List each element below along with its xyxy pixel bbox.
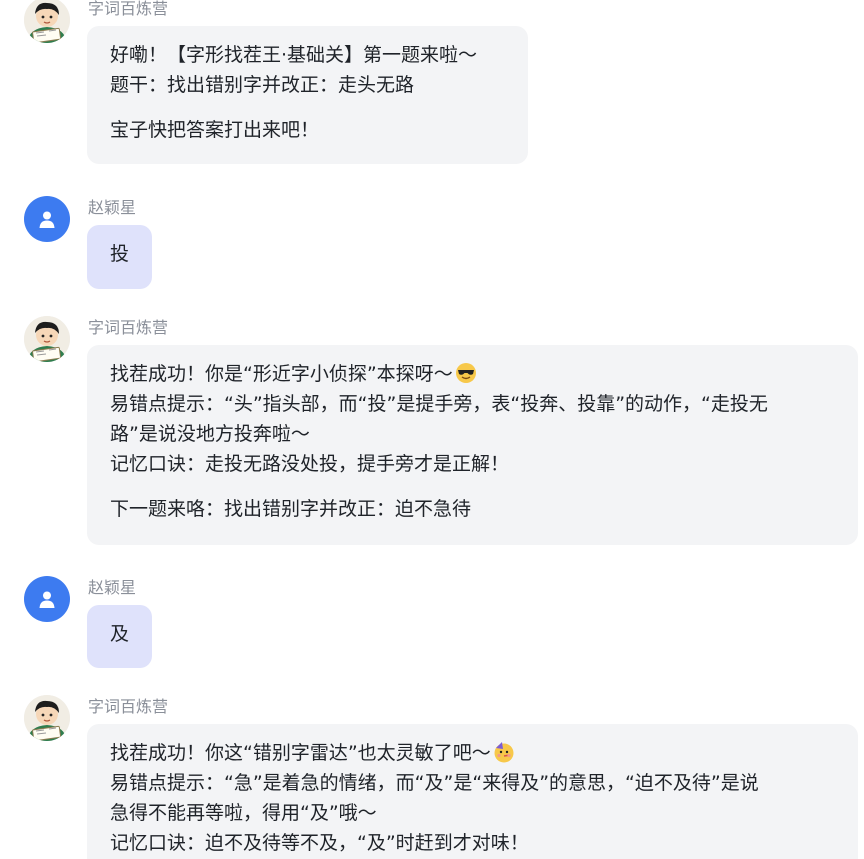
message-bubble: 找茬成功！你这“错别字雷达”也太灵敏了吧～ 易错点提示：“急”是着急的情绪，而“… [87, 724, 858, 859]
message-line: 下一题来咯：找出错别字并改正：迫不急待 [110, 498, 472, 520]
sender-name: 字词百炼营 [88, 318, 169, 337]
message-line: 易错点提示：“急”是着急的情绪，而“及”是“来得及”的意思，“迫不及待”是说 [110, 772, 759, 794]
message-line: 好嘞！【字形找茬王·基础关】第一题来啦～ [110, 44, 478, 66]
chat-conversation: 字词百炼营 好嘞！【字形找茬王·基础关】第一题来啦～ 题干：找出错别字并改正：走… [0, 0, 864, 859]
message-bubble: 好嘞！【字形找茬王·基础关】第一题来啦～ 题干：找出错别字并改正：走头无路 宝子… [87, 26, 528, 164]
message-line: 找茬成功！你是“形近字小侦探”本探呀～ [110, 359, 835, 389]
message-line: 找茬成功！你这“错别字雷达”也太灵敏了吧～ [110, 738, 835, 768]
message-line: 路”是说没地方投奔啦～ [110, 423, 310, 445]
sender-name: 赵颖星 [88, 198, 137, 217]
message-line-text: 找茬成功！你这“错别字雷达”也太灵敏了吧～ [110, 742, 491, 764]
message-text: 投 [109, 243, 129, 265]
message-bubble: 找茬成功！你是“形近字小侦探”本探呀～ 易错点提示：“头”指头部，而“投”是提手… [87, 345, 858, 545]
user-avatar[interactable] [24, 196, 70, 242]
message-line: 宝子快把答案打出来吧！ [110, 119, 320, 141]
message-line: 题干：找出错别字并改正：走头无路 [110, 74, 415, 96]
message-bubble: 及 [87, 605, 152, 668]
message-line: 急得不能再等啦，得用“及”哦～ [110, 802, 377, 824]
message-line: 记忆口诀：走投无路没处投，提手旁才是正解！ [110, 453, 510, 475]
bot-avatar[interactable] [24, 695, 70, 741]
smiling-face-with-sunglasses-icon [455, 363, 476, 383]
sender-name: 赵颖星 [88, 578, 137, 597]
message-bubble: 投 [87, 225, 152, 289]
message-line: 易错点提示：“头”指头部，而“投”是提手旁，表“投奔、投靠”的动作，“走投无 [110, 393, 768, 415]
message-line: 记忆口诀：迫不及待等不及，“及”时赶到才对味！ [110, 832, 529, 854]
sender-name: 字词百炼营 [88, 697, 169, 716]
message-text: 及 [109, 623, 129, 645]
message-line-text: 找茬成功！你是“形近字小侦探”本探呀～ [110, 363, 453, 385]
person-icon [39, 591, 55, 608]
user-avatar[interactable] [24, 576, 70, 622]
sender-name: 字词百炼营 [88, 0, 169, 18]
person-icon [39, 211, 55, 228]
partying-face-icon [494, 742, 514, 763]
bot-avatar[interactable] [24, 0, 70, 43]
bot-avatar[interactable] [24, 316, 70, 362]
